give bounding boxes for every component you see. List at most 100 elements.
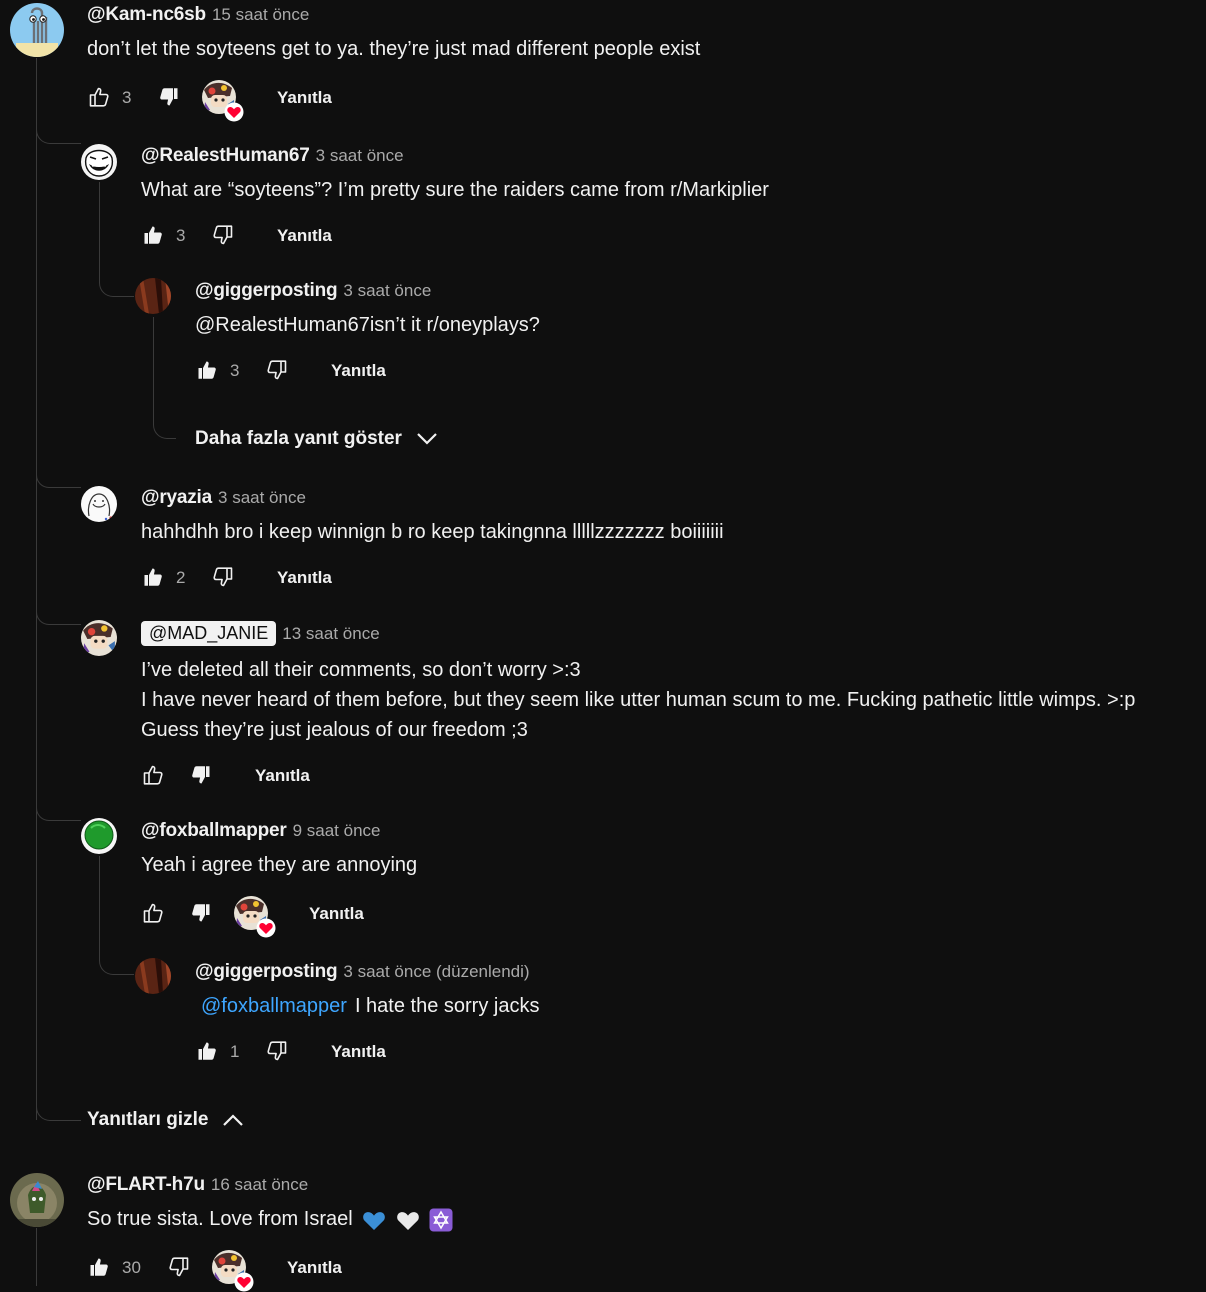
comment-time[interactable]: 3 saat önce (düzenlendi) xyxy=(343,962,529,982)
like-icon[interactable] xyxy=(87,1255,111,1279)
like-icon[interactable] xyxy=(195,1039,219,1063)
comment-header: @ryazia 3 saat önce xyxy=(141,487,306,509)
comment-text-body: So true sista. Love from Israel xyxy=(87,1208,353,1230)
show-more-replies-button[interactable]: Daha fazla yanıt göster xyxy=(195,428,438,450)
like-count: 30 xyxy=(122,1258,141,1277)
avatar[interactable] xyxy=(135,278,171,314)
hide-replies-button[interactable]: Yanıtları gizle xyxy=(87,1109,244,1131)
avatar[interactable] xyxy=(135,958,171,994)
dislike-icon[interactable] xyxy=(167,1255,191,1279)
avatar[interactable] xyxy=(10,1173,64,1227)
thread-connector xyxy=(99,182,134,297)
comment-text: Yeah i agree they are annoying xyxy=(141,854,418,876)
author-name[interactable]: @FLART-h7u xyxy=(87,1174,205,1196)
dislike-icon[interactable] xyxy=(157,85,181,109)
thread-connector xyxy=(36,612,81,625)
author-name[interactable]: @foxballmapper xyxy=(141,820,287,842)
like-count: 3 xyxy=(230,361,240,380)
dislike-icon[interactable] xyxy=(211,565,235,589)
heart-icon xyxy=(224,102,244,122)
comment-text-line: Guess they’re just jealous of our freedo… xyxy=(141,719,528,741)
creator-heart-badge xyxy=(234,896,272,934)
white-heart-icon xyxy=(396,1211,419,1230)
comment-header: @RealestHuman67 3 saat önce xyxy=(141,145,404,167)
thread-line-next xyxy=(36,1228,37,1286)
dislike-icon[interactable] xyxy=(265,358,289,382)
author-name[interactable]: @giggerposting xyxy=(195,280,338,302)
comment-header: @foxballmapper 9 saat önce xyxy=(141,820,381,842)
chevron-up-icon xyxy=(223,1114,244,1126)
like-count: 3 xyxy=(122,88,132,107)
chevron-down-icon xyxy=(417,433,437,445)
reply-button[interactable]: Yanıtla xyxy=(309,904,364,924)
comment-header: @giggerposting 3 saat önce (düzenlendi) xyxy=(195,961,530,983)
thread-connector xyxy=(36,58,81,144)
comment-time[interactable]: 9 saat önce xyxy=(293,821,381,841)
comment-text: @RealestHuman67isn’t it r/oneyplays? xyxy=(195,314,540,336)
comment-time[interactable]: 16 saat önce xyxy=(211,1175,308,1195)
thread-connector xyxy=(153,317,176,439)
creator-heart-badge xyxy=(212,1250,250,1288)
comment-header: @Kam-nc6sb 15 saat önce xyxy=(87,4,309,26)
like-count: 1 xyxy=(230,1042,240,1061)
thread-connector xyxy=(99,856,134,975)
star-of-david-icon xyxy=(429,1208,453,1232)
reply-button[interactable]: Yanıtla xyxy=(277,226,332,246)
like-icon[interactable] xyxy=(141,223,165,247)
show-more-replies-label: Daha fazla yanıt göster xyxy=(195,428,402,449)
like-count: 2 xyxy=(176,568,186,587)
comment-text-body: I hate the sorry jacks xyxy=(354,995,540,1017)
reply-button[interactable]: Yanıtla xyxy=(277,88,332,108)
comment-text: So true sista. Love from Israel xyxy=(87,1204,453,1234)
comment-text-line: I’ve deleted all their comments, so don’… xyxy=(141,659,581,681)
author-name[interactable]: @ryazia xyxy=(141,487,212,509)
like-icon[interactable] xyxy=(87,85,111,109)
like-icon[interactable] xyxy=(141,901,165,925)
creator-heart-badge xyxy=(202,80,240,118)
creator-author-badge[interactable]: @MAD_JANIE xyxy=(141,621,277,646)
comment-time[interactable]: 13 saat önce xyxy=(282,624,379,644)
comment-header: @giggerposting 3 saat önce xyxy=(195,280,431,302)
avatar[interactable] xyxy=(81,620,117,656)
heart-icon xyxy=(234,1272,254,1292)
avatar[interactable] xyxy=(10,3,64,57)
dislike-icon[interactable] xyxy=(189,901,213,925)
author-name[interactable]: @RealestHuman67 xyxy=(141,145,310,167)
thread-connector xyxy=(36,475,81,488)
reply-button[interactable]: Yanıtla xyxy=(255,766,310,786)
author-name[interactable]: @giggerposting xyxy=(195,961,338,983)
reply-button[interactable]: Yanıtla xyxy=(287,1258,342,1278)
comment-text-line: I have never heard of them before, but t… xyxy=(141,689,1136,711)
like-icon[interactable] xyxy=(195,358,219,382)
dislike-icon[interactable] xyxy=(265,1039,289,1063)
like-icon[interactable] xyxy=(141,565,165,589)
comment-time[interactable]: 3 saat önce xyxy=(316,146,404,166)
reply-button[interactable]: Yanıtla xyxy=(331,361,386,381)
comment-text: hahhdhh bro i keep winnign b ro keep tak… xyxy=(141,521,724,543)
thread-line-main xyxy=(36,58,37,1120)
comment-header: @MAD_JANIE 13 saat önce xyxy=(141,621,380,646)
comment-text: What are “soyteens”? I’m pretty sure the… xyxy=(141,179,769,201)
reply-button[interactable]: Yanıtla xyxy=(277,568,332,588)
comment-time[interactable]: 3 saat önce xyxy=(343,281,431,301)
like-count: 3 xyxy=(176,226,186,245)
comment-text: don’t let the soyteens get to ya. they’r… xyxy=(87,38,701,60)
thread-connector xyxy=(36,1100,81,1121)
heart-icon xyxy=(256,918,276,938)
dislike-icon[interactable] xyxy=(211,223,235,247)
dislike-icon[interactable] xyxy=(189,763,213,787)
avatar[interactable] xyxy=(81,144,117,180)
like-icon[interactable] xyxy=(141,763,165,787)
thread-connector xyxy=(36,808,81,821)
author-name[interactable]: @Kam-nc6sb xyxy=(87,4,206,26)
blue-heart-icon xyxy=(363,1211,386,1230)
reply-button[interactable]: Yanıtla xyxy=(331,1042,386,1062)
avatar[interactable] xyxy=(81,486,117,522)
avatar[interactable] xyxy=(81,818,117,854)
comment-header: @FLART-h7u 16 saat önce xyxy=(87,1174,308,1196)
mention-link[interactable]: @foxballmapper xyxy=(201,995,347,1017)
hide-replies-label: Yanıtları gizle xyxy=(87,1109,209,1130)
comment-time[interactable]: 15 saat önce xyxy=(212,5,309,25)
comment-time[interactable]: 3 saat önce xyxy=(218,488,306,508)
comment-text: @foxballmapper I hate the sorry jacks xyxy=(201,991,539,1021)
